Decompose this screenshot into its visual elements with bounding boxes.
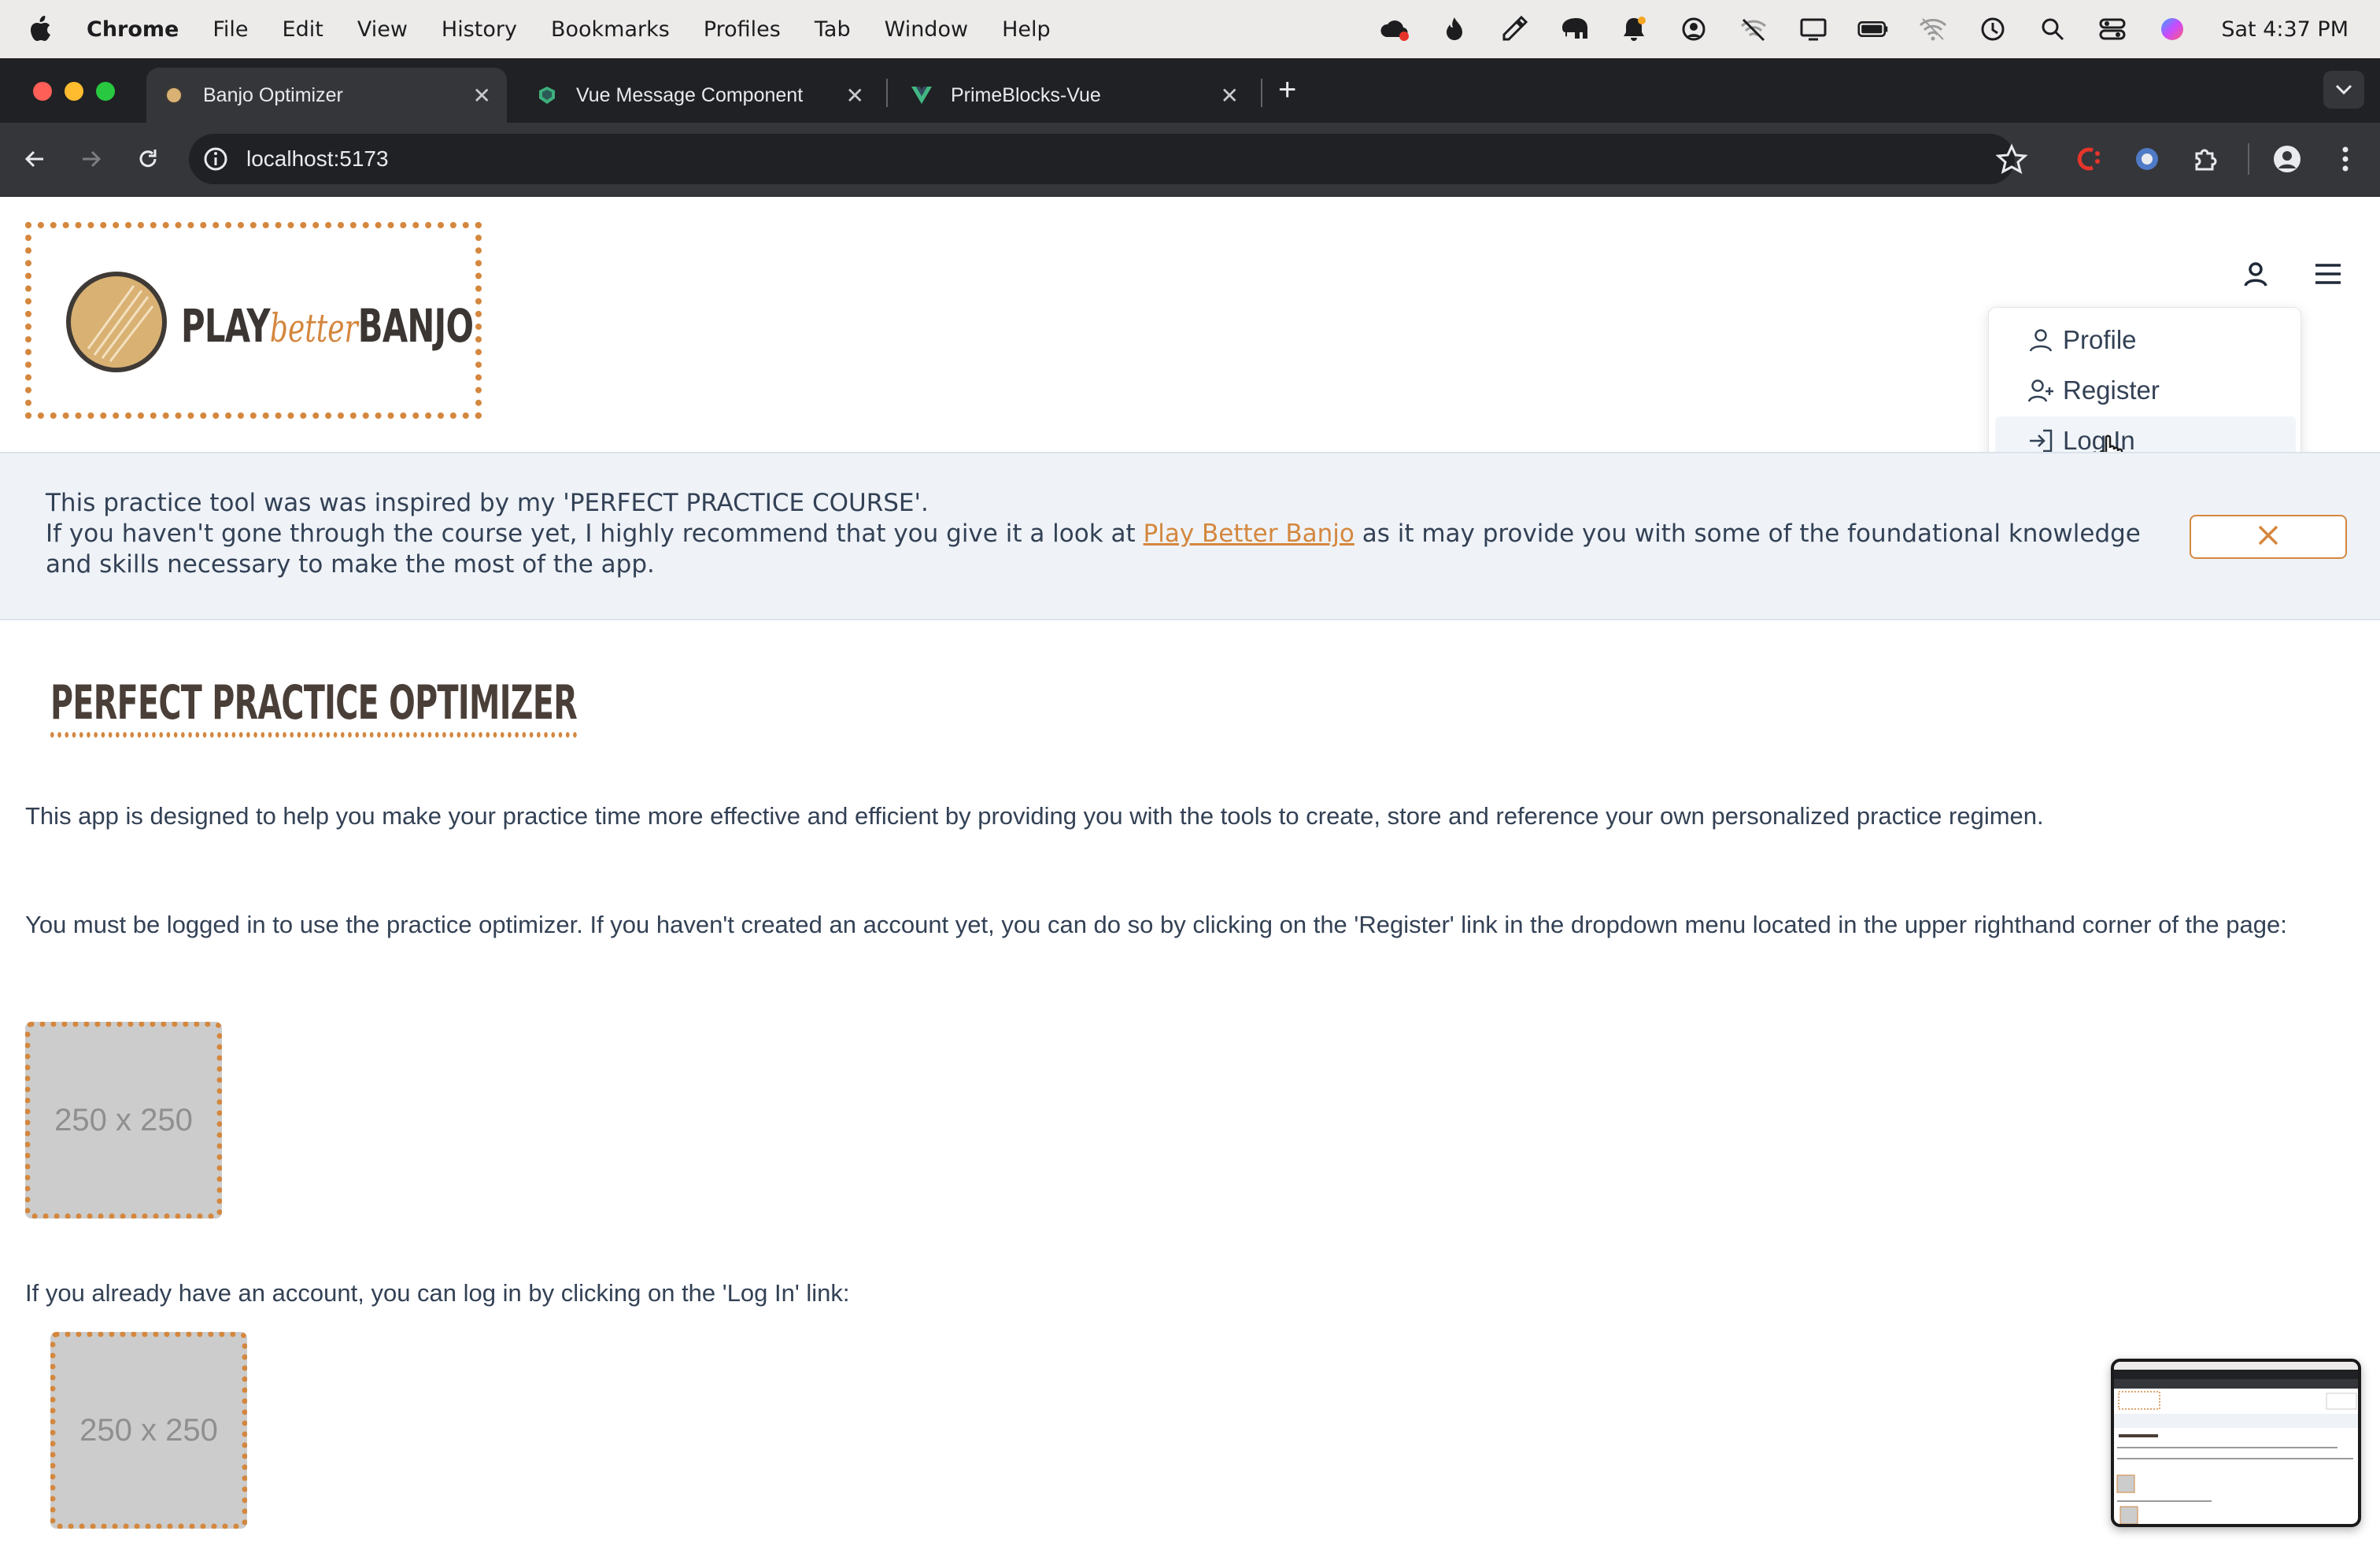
menu-history[interactable]: History (442, 17, 517, 42)
intro-paragraph: This app is designed to help you make yo… (25, 802, 2044, 830)
user-icon (2027, 326, 2055, 354)
tab-separator (886, 79, 888, 107)
menu-file[interactable]: File (213, 17, 248, 42)
extensions-puzzle-icon[interactable] (2188, 142, 2223, 176)
register-screenshot-placeholder: 250 x 250 (25, 1022, 222, 1219)
window-minimize-button[interactable] (65, 82, 83, 101)
banjo-favicon-icon (162, 83, 186, 107)
play-better-banjo-link[interactable]: Play Better Banjo (1144, 520, 1354, 548)
tab-vue-message-component[interactable]: Vue Message Component ✕ (519, 68, 880, 123)
menu-bookmarks[interactable]: Bookmarks (551, 17, 670, 42)
address-bar[interactable] (189, 134, 2015, 184)
close-icon (2257, 524, 2279, 550)
login-notice-paragraph: You must be logged in to use the practic… (25, 911, 2287, 938)
tab-close-icon[interactable]: ✕ (1221, 83, 1239, 109)
control-center-icon[interactable] (2097, 13, 2128, 45)
window-close-button[interactable] (33, 82, 52, 101)
address-bar-url[interactable]: localhost:5173 (246, 146, 389, 172)
banner-line-2: If you haven't gone through the course y… (46, 520, 2141, 579)
menu-item-label: Profile (2063, 325, 2137, 354)
tab-close-icon[interactable]: ✕ (846, 83, 864, 109)
page-title: PERFECT PRACTICE OPTIMIZER (50, 675, 578, 738)
record-icon[interactable] (1678, 13, 1709, 45)
apple-icon[interactable] (28, 16, 52, 43)
menu-item-profile[interactable]: Profile (1995, 316, 2296, 364)
new-tab-button[interactable]: + (1278, 72, 1296, 108)
logo-wordmark: PLAYbetterBANJO (181, 299, 474, 353)
tab-close-icon[interactable]: ✕ (473, 83, 491, 109)
course-info-banner: This practice tool was was inspired by m… (0, 452, 2380, 620)
vue-logo-favicon-icon (910, 83, 933, 107)
site-logo[interactable]: PLAYbetterBANJO (25, 222, 482, 419)
screenshot-thumbnail[interactable] (2111, 1359, 2361, 1527)
profile-avatar-icon[interactable] (2270, 142, 2304, 176)
flame-icon[interactable] (1439, 13, 1470, 45)
siri-icon[interactable] (2156, 13, 2188, 45)
browser-menu-kebab-icon[interactable] (2328, 142, 2363, 176)
toolbar-separator (2248, 143, 2249, 175)
site-info-icon[interactable] (201, 145, 230, 173)
menu-window[interactable]: Window (885, 17, 968, 42)
extension-c-icon[interactable] (2071, 142, 2106, 176)
display-icon[interactable] (1798, 13, 1829, 45)
bookmark-star-icon[interactable] (1995, 143, 2028, 175)
login-hint-paragraph: If you already have an account, you can … (25, 1279, 850, 1307)
tab-search-dropdown-icon[interactable] (2323, 71, 2364, 109)
window-zoom-button[interactable] (96, 82, 115, 101)
tab-title: PrimeBlocks-Vue (951, 83, 1101, 106)
elephant-icon[interactable] (1558, 13, 1590, 45)
reload-icon[interactable] (131, 142, 165, 176)
tab-separator (1261, 79, 1262, 107)
user-plus-icon (2027, 376, 2055, 405)
menu-view[interactable]: View (357, 17, 408, 42)
wifi-icon[interactable] (1917, 13, 1949, 45)
user-dropdown-menu: Profile Register Log In (1988, 307, 2301, 474)
banjo-logo-icon (66, 272, 167, 372)
tab-title: Vue Message Component (576, 83, 804, 106)
menu-item-label: Register (2063, 375, 2160, 405)
creative-cloud-icon[interactable] (1379, 13, 1410, 45)
tab-banjo-optimizer[interactable]: Banjo Optimizer ✕ (146, 68, 507, 123)
time-machine-icon[interactable] (1977, 13, 2009, 45)
menu-tab[interactable]: Tab (815, 17, 851, 42)
notification-bell-icon[interactable] (1618, 13, 1650, 45)
extension-circle-icon[interactable] (2130, 142, 2164, 176)
macos-menu-bar: Chrome File Edit View History Bookmarks … (0, 0, 2380, 58)
sign-in-icon (2027, 427, 2055, 455)
vue-favicon-icon (535, 83, 559, 107)
back-arrow-icon[interactable] (17, 142, 52, 176)
menu-help[interactable]: Help (1002, 17, 1051, 42)
menu-app-chrome[interactable]: Chrome (87, 17, 179, 42)
tab-title: Banjo Optimizer (203, 83, 343, 106)
tab-primeblocks-vue[interactable]: PrimeBlocks-Vue ✕ (894, 68, 1255, 123)
login-screenshot-placeholder: 250 x 250 (50, 1332, 247, 1529)
banner-line-1: This practice tool was was inspired by m… (46, 489, 929, 517)
user-icon[interactable] (2234, 252, 2278, 296)
pen-tool-icon[interactable] (1499, 13, 1530, 45)
banner-close-button[interactable] (2190, 515, 2347, 559)
battery-icon[interactable] (1857, 13, 1889, 45)
forward-arrow-icon[interactable] (74, 142, 109, 176)
menu-item-register[interactable]: Register (1995, 366, 2296, 415)
hamburger-menu-icon[interactable] (2306, 252, 2350, 296)
web-page: PLAYbetterBANJO Profile Register Log In … (0, 197, 2380, 1546)
banner-message: This practice tool was was inspired by m… (46, 488, 2171, 580)
menu-profiles[interactable]: Profiles (704, 17, 781, 42)
menubar-clock[interactable]: Sat 4:37 PM (2221, 17, 2349, 42)
spotlight-search-icon[interactable] (2037, 13, 2068, 45)
menu-edit[interactable]: Edit (283, 17, 323, 42)
wifi-off-icon[interactable] (1738, 13, 1769, 45)
